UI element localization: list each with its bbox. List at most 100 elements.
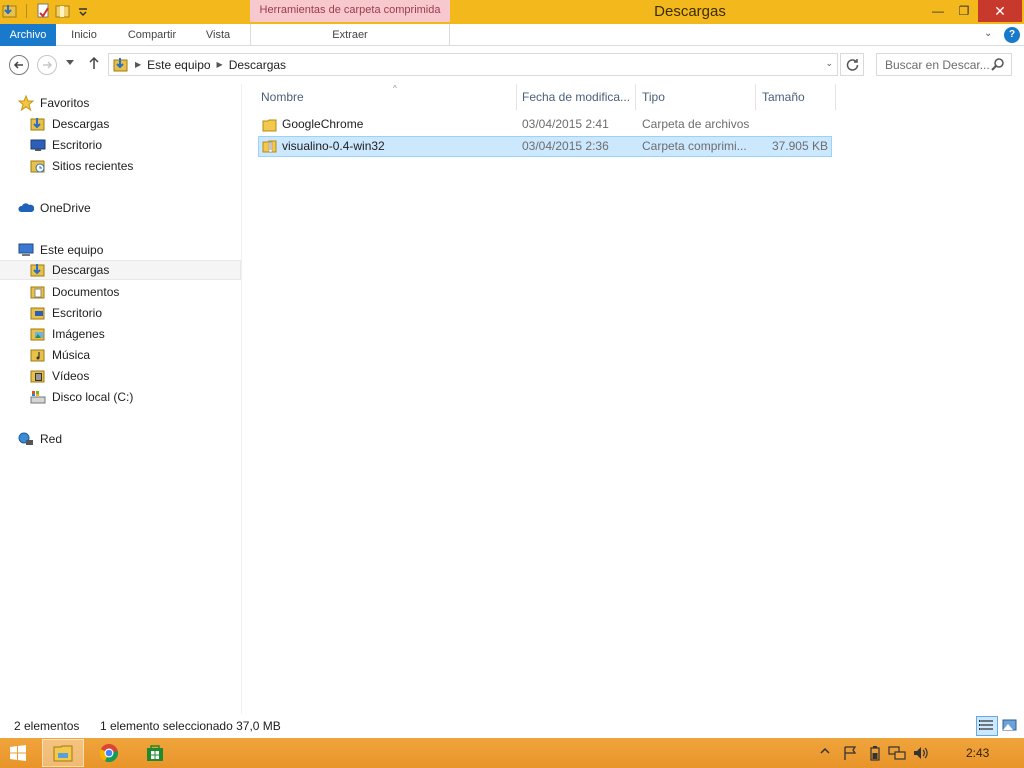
- tab-extraer[interactable]: Extraer: [250, 24, 450, 46]
- computer-icon: [18, 242, 34, 258]
- nav-este-equipo-imagenes[interactable]: Imágenes: [30, 324, 105, 344]
- back-button[interactable]: [9, 55, 29, 75]
- details-view-icon: [979, 720, 993, 730]
- nav-este-equipo-descargas[interactable]: Descargas: [0, 260, 241, 280]
- taskbar-clock[interactable]: 2:43: [966, 746, 989, 760]
- address-bar[interactable]: ▶ Este equipo ▶ Descargas ⌄: [108, 53, 838, 76]
- nav-label: Escritorio: [52, 306, 103, 320]
- file-row-googlechrome[interactable]: GoogleChrome 03/04/2015 2:41 Carpeta de …: [258, 115, 832, 136]
- nav-favoritos-descargas[interactable]: Descargas: [30, 114, 109, 134]
- forward-button[interactable]: [37, 55, 57, 75]
- breadcrumb-separator-icon[interactable]: ▶: [217, 60, 223, 69]
- column-header-size[interactable]: Tamaño: [756, 84, 836, 110]
- nav-label: Sitios recientes: [52, 159, 134, 173]
- item-count: 2 elementos: [14, 719, 80, 733]
- desktop-folder-icon: [30, 305, 46, 321]
- nav-label: Música: [52, 348, 91, 362]
- desktop-icon: [30, 137, 46, 153]
- nav-label: Este equipo: [40, 243, 104, 257]
- navigation-bar: ▶ Este equipo ▶ Descargas ⌄: [0, 47, 1024, 83]
- file-size: 37.905 KB: [771, 139, 828, 153]
- nav-este-equipo-escritorio[interactable]: Escritorio: [30, 303, 102, 323]
- column-header-label: Fecha de modifica...: [522, 90, 631, 104]
- network-status-icon[interactable]: [888, 745, 906, 764]
- nav-este-equipo-musica[interactable]: Música: [30, 345, 90, 365]
- videos-folder-icon: [30, 368, 46, 384]
- search-input[interactable]: [877, 54, 989, 75]
- refresh-button[interactable]: [840, 53, 864, 76]
- file-list: Nombre ^ Fecha de modifica... Tipo Tamañ…: [243, 84, 1024, 714]
- tab-compartir[interactable]: Compartir: [118, 24, 186, 46]
- tab-vista[interactable]: Vista: [196, 24, 240, 46]
- details-view-button[interactable]: [976, 716, 998, 736]
- search-box[interactable]: [876, 53, 1012, 76]
- nav-este-equipo-documentos[interactable]: Documentos: [30, 282, 119, 302]
- nav-este-equipo-videos[interactable]: Vídeos: [30, 366, 89, 386]
- nav-label: Descargas: [52, 263, 110, 277]
- breadcrumb-item-este-equipo[interactable]: Este equipo: [147, 58, 210, 72]
- network-icon: [18, 431, 34, 447]
- up-button[interactable]: [88, 56, 100, 73]
- column-header-label: Tamaño: [762, 90, 805, 104]
- customize-toolbar-icon[interactable]: [75, 3, 91, 19]
- close-button[interactable]: ✕: [978, 0, 1022, 22]
- documents-folder-icon: [30, 284, 46, 300]
- taskbar-file-explorer[interactable]: [42, 739, 84, 767]
- tab-inicio[interactable]: Inicio: [60, 24, 108, 46]
- help-icon[interactable]: ?: [1004, 27, 1020, 43]
- minimize-button[interactable]: —: [924, 0, 952, 22]
- battery-icon[interactable]: [868, 745, 882, 764]
- large-icons-view-button[interactable]: [999, 716, 1021, 736]
- nav-favoritos[interactable]: Favoritos: [17, 93, 89, 113]
- column-header-date[interactable]: Fecha de modifica...: [516, 84, 636, 110]
- nav-este-equipo[interactable]: Este equipo: [18, 240, 103, 260]
- status-bar: 2 elementos 1 elemento seleccionado 37,0…: [0, 714, 1024, 738]
- downloads-folder-icon: [30, 262, 46, 278]
- nav-label: Imágenes: [52, 327, 105, 341]
- new-folder-icon[interactable]: [55, 3, 71, 19]
- show-hidden-icons-icon[interactable]: [820, 745, 830, 759]
- volume-icon[interactable]: [912, 745, 930, 764]
- nav-favoritos-sitios-recientes[interactable]: Sitios recientes: [30, 156, 133, 176]
- column-header-type[interactable]: Tipo: [636, 84, 756, 110]
- nav-favoritos-escritorio[interactable]: Escritorio: [30, 135, 102, 155]
- nav-este-equipo-disco-local[interactable]: Disco local (C:): [30, 387, 133, 407]
- start-button[interactable]: [10, 745, 26, 761]
- nav-label: Escritorio: [52, 138, 103, 152]
- nav-red[interactable]: Red: [18, 429, 62, 449]
- onedrive-cloud-icon: [18, 200, 35, 216]
- recent-locations-dropdown[interactable]: [66, 59, 74, 68]
- breadcrumb-item-descargas[interactable]: Descargas: [229, 58, 286, 72]
- file-name: GoogleChrome: [282, 117, 364, 131]
- pictures-folder-icon: [30, 326, 46, 342]
- breadcrumb-separator-icon[interactable]: ▶: [135, 60, 141, 69]
- nav-onedrive[interactable]: OneDrive: [18, 198, 91, 218]
- file-type: Carpeta comprimi...: [642, 139, 747, 153]
- tab-archivo[interactable]: Archivo: [0, 24, 56, 46]
- nav-label: Descargas: [52, 117, 110, 131]
- action-center-flag-icon[interactable]: [842, 745, 858, 764]
- file-name: visualino-0.4-win32: [282, 139, 385, 153]
- arrow-up-icon: [89, 56, 99, 69]
- column-header-name[interactable]: Nombre ^: [255, 84, 517, 110]
- taskbar-store[interactable]: [134, 739, 176, 767]
- downloads-folder-icon: [2, 3, 18, 19]
- store-icon: [147, 745, 163, 761]
- nav-label: Documentos: [52, 285, 120, 299]
- nav-label: Disco local (C:): [52, 390, 134, 404]
- breadcrumb: ▶ Este equipo ▶ Descargas: [113, 54, 286, 75]
- sort-ascending-icon: ^: [393, 84, 397, 93]
- maximize-button[interactable]: ❐: [950, 0, 978, 22]
- context-tab-group-label: Herramientas de carpeta comprimida: [250, 0, 450, 22]
- search-icon[interactable]: [991, 57, 1005, 71]
- downloads-folder-icon: [113, 57, 129, 73]
- address-history-dropdown-icon[interactable]: ⌄: [825, 58, 833, 69]
- file-date: 03/04/2015 2:36: [522, 139, 609, 153]
- properties-icon[interactable]: [35, 3, 51, 19]
- taskbar: 2:43: [0, 738, 1024, 768]
- navigation-pane: Favoritos Descargas Escritorio Sitios re…: [0, 84, 242, 714]
- expand-ribbon-icon[interactable]: ⌄: [984, 28, 998, 42]
- quick-access-toolbar: [2, 3, 91, 19]
- taskbar-chrome[interactable]: [88, 739, 130, 767]
- file-row-visualino[interactable]: visualino-0.4-win32 03/04/2015 2:36 Carp…: [258, 136, 832, 157]
